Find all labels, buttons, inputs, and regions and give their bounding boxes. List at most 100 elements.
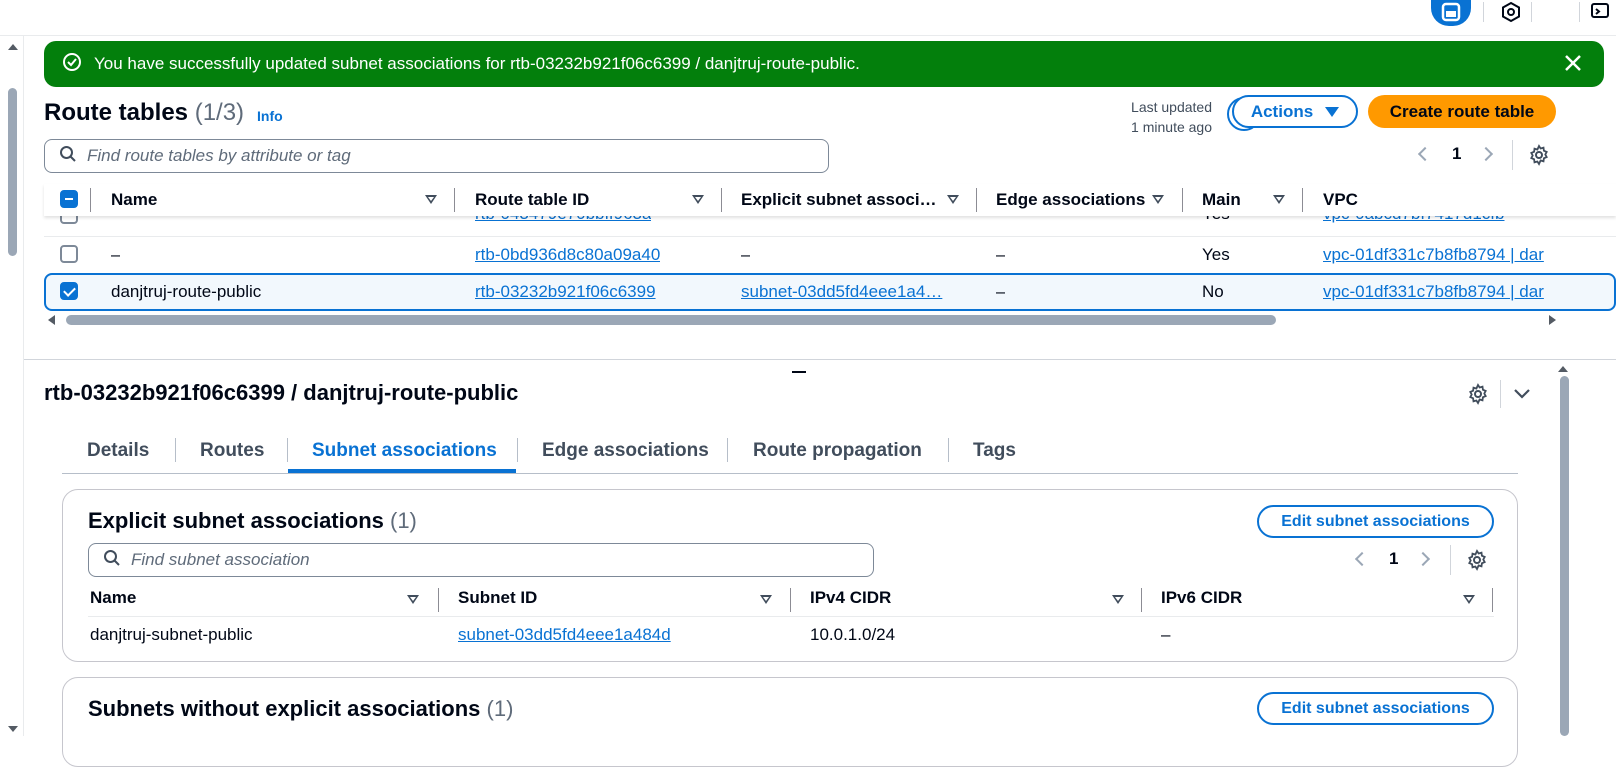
column-divider [1302,188,1303,212]
panel-title-text: Subnets without explicit associations [88,696,481,721]
subnet-ipv6: – [1161,625,1171,644]
sort-icon[interactable] [1273,195,1285,204]
active-tab-indicator [288,469,516,473]
scroll-down-arrow-icon[interactable] [8,726,18,732]
divider [1450,545,1451,575]
column-header-vpc[interactable]: VPC [1323,190,1358,210]
column-header-name[interactable]: Name [111,190,157,210]
previous-page-icon[interactable] [1417,146,1433,162]
row-edge: – [996,282,1006,301]
row-edge: – [996,245,1006,264]
tab-edge-associations[interactable]: Edge associations [542,440,709,462]
scroll-right-arrow-icon[interactable] [1549,315,1556,325]
tab-tags[interactable]: Tags [973,440,1016,462]
page-number[interactable]: 1 [1389,549,1398,569]
tab-divider [948,438,949,462]
detail-tabs: Details Routes Subnet associations Edge … [62,436,1518,474]
select-all-checkbox[interactable] [60,190,78,208]
close-icon[interactable] [1562,52,1584,79]
scrollbar-thumb[interactable] [66,315,1276,325]
next-page-icon[interactable] [1479,146,1494,162]
search-icon [59,145,77,168]
sort-icon[interactable] [1112,595,1124,604]
column-header-ipv4-cidr[interactable]: IPv4 CIDR [810,588,891,608]
column-header-edge-associations[interactable]: Edge associations [996,190,1145,210]
route-table-id-link[interactable]: rtb-03232b921f06c6399 [475,282,656,302]
column-header-explicit-subnet[interactable]: Explicit subnet associ… [741,190,937,210]
column-header-ipv6-cidr[interactable]: IPv6 CIDR [1161,588,1242,608]
split-panel-settings-gear-icon[interactable] [1467,383,1489,410]
vpc-link[interactable]: vpc-01df331c7b8fb8794 | dar [1323,282,1556,302]
tab-route-propagation[interactable]: Route propagation [753,440,922,462]
row-checkbox[interactable] [60,282,78,300]
subnet-id-link[interactable]: subnet-03dd5fd4eee1a484d [458,625,671,645]
vpc-link[interactable]: vpc-01df331c7b8fb8794 | dar [1323,245,1556,265]
row-main: No [1202,282,1224,301]
info-icon[interactable] [1443,0,1483,24]
column-divider [721,188,722,212]
last-updated: Last updated 1 minute ago [1100,97,1212,137]
table-row-selected[interactable]: danjtruj-route-public rtb-03232b921f06c6… [44,273,1616,311]
panel-count: (1) [390,508,417,533]
info-link[interactable]: Info [257,108,283,124]
search-input[interactable] [131,550,824,570]
column-divider [438,588,439,612]
sort-icon[interactable] [947,195,959,204]
route-table-header: Name Route table ID Explicit subnet asso… [44,184,1616,216]
selection-count: (1/3) [194,99,245,126]
column-divider [1182,188,1183,212]
preferences-gear-icon[interactable] [1466,549,1488,576]
sort-icon[interactable] [1463,595,1475,604]
subnet-ipv4: 10.0.1.0/24 [810,625,896,644]
explicit-subnet-link[interactable]: subnet-03dd5fd4eee1a4… [741,282,953,302]
scroll-up-arrow-icon[interactable] [1558,366,1568,372]
horizontal-scrollbar[interactable] [44,313,1560,327]
sort-icon[interactable] [1152,195,1164,204]
search-input[interactable] [87,146,780,166]
scroll-up-arrow-icon[interactable] [8,44,18,50]
tab-details[interactable]: Details [87,440,149,462]
route-table-id-link[interactable]: rtb-0bd936d8c80a09a40 [475,245,660,265]
next-page-icon[interactable] [1416,551,1431,567]
success-flash-message: You have successfully updated subnet ass… [44,41,1604,87]
collapse-chevron-down-icon[interactable] [1513,386,1531,407]
subnet-name: danjtruj-subnet-public [90,625,253,644]
success-check-icon [62,52,82,77]
sort-icon[interactable] [692,195,704,204]
column-divider [1492,588,1493,612]
page-number[interactable]: 1 [1452,144,1461,164]
column-header-route-table-id[interactable]: Route table ID [475,190,589,210]
column-header-subnet-id[interactable]: Subnet ID [458,588,537,608]
caret-down-icon [1325,106,1340,117]
scrollbar-thumb[interactable] [1560,376,1569,736]
scroll-left-arrow-icon[interactable] [48,315,55,325]
settings-hex-icon[interactable] [1491,0,1531,24]
sort-icon[interactable] [407,595,419,604]
actions-label: Actions [1250,101,1314,121]
row-checkbox[interactable] [60,245,78,263]
flash-text: You have successfully updated subnet ass… [94,54,860,73]
panel-title: Explicit subnet associations (1) [88,508,417,534]
route-table-search[interactable] [44,139,829,173]
edit-subnet-associations-button[interactable]: Edit subnet associations [1257,505,1494,538]
create-route-table-button[interactable]: Create route table [1368,95,1556,128]
last-updated-label: Last updated [1131,99,1212,115]
tab-subnet-associations[interactable]: Subnet associations [312,440,497,462]
preferences-gear-icon[interactable] [1528,144,1550,171]
column-divider [790,588,791,612]
column-header-name[interactable]: Name [90,588,136,608]
previous-page-icon[interactable] [1354,551,1370,567]
column-header-main[interactable]: Main [1202,190,1241,210]
sort-icon[interactable] [425,195,437,204]
resize-handle-icon[interactable] [792,371,806,373]
scrollbar-thumb[interactable] [8,88,17,256]
tab-routes[interactable]: Routes [200,440,264,462]
actions-button[interactable]: Actions [1232,95,1358,128]
subnet-association-search[interactable] [88,543,874,577]
top-toolbar [0,0,1616,36]
table-row[interactable]: – rtb-0bd936d8c80a09a40 – – Yes vpc-01df… [44,236,1616,273]
edit-subnet-associations-button-2[interactable]: Edit subnet associations [1257,692,1494,725]
cloudshell-icon[interactable] [1586,0,1616,24]
divider [1579,2,1580,22]
sort-icon[interactable] [760,595,772,604]
